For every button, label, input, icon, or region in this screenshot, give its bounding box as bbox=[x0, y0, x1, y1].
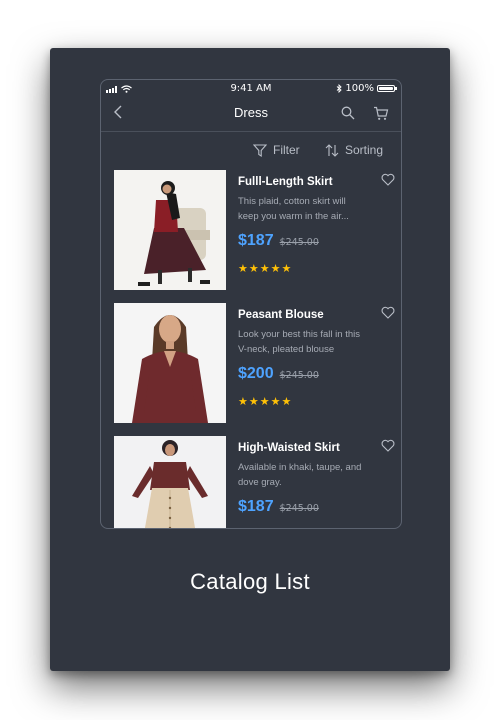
catalog-card: 9:41 AM 100% Dress Filter Sorting Fulll-… bbox=[50, 48, 450, 671]
sorting-button[interactable]: Sorting bbox=[325, 143, 383, 157]
product-price: $187 bbox=[238, 232, 274, 249]
star-icon: ★ bbox=[248, 395, 259, 408]
heart-icon[interactable] bbox=[381, 306, 395, 319]
filter-label: Filter bbox=[273, 143, 300, 157]
battery-percent: 100% bbox=[345, 83, 374, 94]
star-icon: ★ bbox=[259, 395, 270, 408]
rating-stars: ★ ★ ★ ★ ★ bbox=[238, 395, 396, 408]
product-description: This plaid, cotton skirt will keep you w… bbox=[238, 194, 396, 224]
original-price: $245.00 bbox=[279, 503, 319, 514]
rating-stars: ★ ★ ★ ★ ★ bbox=[238, 262, 396, 275]
product-info: High-Waisted Skirt Available in khaki, t… bbox=[238, 442, 396, 516]
screen-caption: Catalog List bbox=[190, 569, 310, 594]
product-price: $200 bbox=[238, 365, 274, 382]
star-icon: ★ bbox=[281, 395, 292, 408]
filter-bar: Filter Sorting bbox=[101, 132, 401, 168]
bluetooth-icon bbox=[337, 84, 343, 93]
star-icon: ★ bbox=[238, 262, 248, 275]
filter-button[interactable]: Filter bbox=[253, 143, 300, 157]
product-name[interactable]: High-Waisted Skirt bbox=[238, 442, 396, 454]
product-image[interactable] bbox=[114, 436, 226, 528]
product-info: Peasant Blouse Look your best this fall … bbox=[238, 309, 396, 408]
heart-icon[interactable] bbox=[381, 173, 395, 186]
original-price: $245.00 bbox=[279, 370, 319, 381]
price-row: $187 $245.00 bbox=[238, 232, 396, 250]
battery-indicators: 100% bbox=[336, 83, 397, 94]
description-line: Look your best this fall in this bbox=[238, 329, 360, 340]
battery-icon bbox=[377, 85, 397, 92]
description-line: Available in khaki, taupe, and bbox=[238, 462, 362, 473]
price-row: $200 $245.00 bbox=[238, 365, 396, 383]
product-description: Look your best this fall in this V-neck,… bbox=[238, 327, 396, 357]
star-icon: ★ bbox=[238, 395, 248, 408]
heart-icon[interactable] bbox=[381, 439, 395, 452]
product-image[interactable] bbox=[114, 170, 226, 290]
star-icon: ★ bbox=[281, 262, 292, 275]
status-bar: 9:41 AM 100% bbox=[101, 80, 401, 98]
star-icon: ★ bbox=[259, 262, 270, 275]
original-price: $245.00 bbox=[279, 237, 319, 248]
sort-icon bbox=[325, 143, 339, 157]
price-row: $187 $245.00 bbox=[238, 498, 396, 516]
description-line: dove gray. bbox=[238, 477, 282, 488]
page-title: Dress bbox=[234, 105, 268, 120]
product-name[interactable]: Fulll-Length Skirt bbox=[238, 176, 396, 188]
description-line: keep you warm in the air... bbox=[238, 211, 349, 222]
star-icon: ★ bbox=[270, 262, 281, 275]
product-image[interactable] bbox=[114, 303, 226, 423]
product-item[interactable]: Fulll-Length Skirt This plaid, cotton sk… bbox=[114, 170, 401, 290]
product-name[interactable]: Peasant Blouse bbox=[238, 309, 396, 321]
filter-icon bbox=[253, 143, 267, 157]
star-icon: ★ bbox=[248, 262, 259, 275]
product-price: $187 bbox=[238, 498, 274, 515]
search-icon[interactable] bbox=[341, 106, 355, 120]
description-line: This plaid, cotton skirt will bbox=[238, 196, 346, 207]
nav-bar: Dress bbox=[101, 98, 401, 132]
star-icon: ★ bbox=[270, 395, 281, 408]
cart-icon[interactable] bbox=[373, 106, 389, 121]
description-line: V-neck, pleated blouse bbox=[238, 344, 335, 355]
product-item[interactable]: High-Waisted Skirt Available in khaki, t… bbox=[114, 436, 401, 528]
product-description: Available in khaki, taupe, and dove gray… bbox=[238, 460, 396, 490]
product-info: Fulll-Length Skirt This plaid, cotton sk… bbox=[238, 176, 396, 275]
phone-screen: 9:41 AM 100% Dress Filter Sorting Fulll-… bbox=[100, 79, 402, 529]
sorting-label: Sorting bbox=[345, 143, 384, 157]
product-item[interactable]: Peasant Blouse Look your best this fall … bbox=[114, 303, 401, 423]
